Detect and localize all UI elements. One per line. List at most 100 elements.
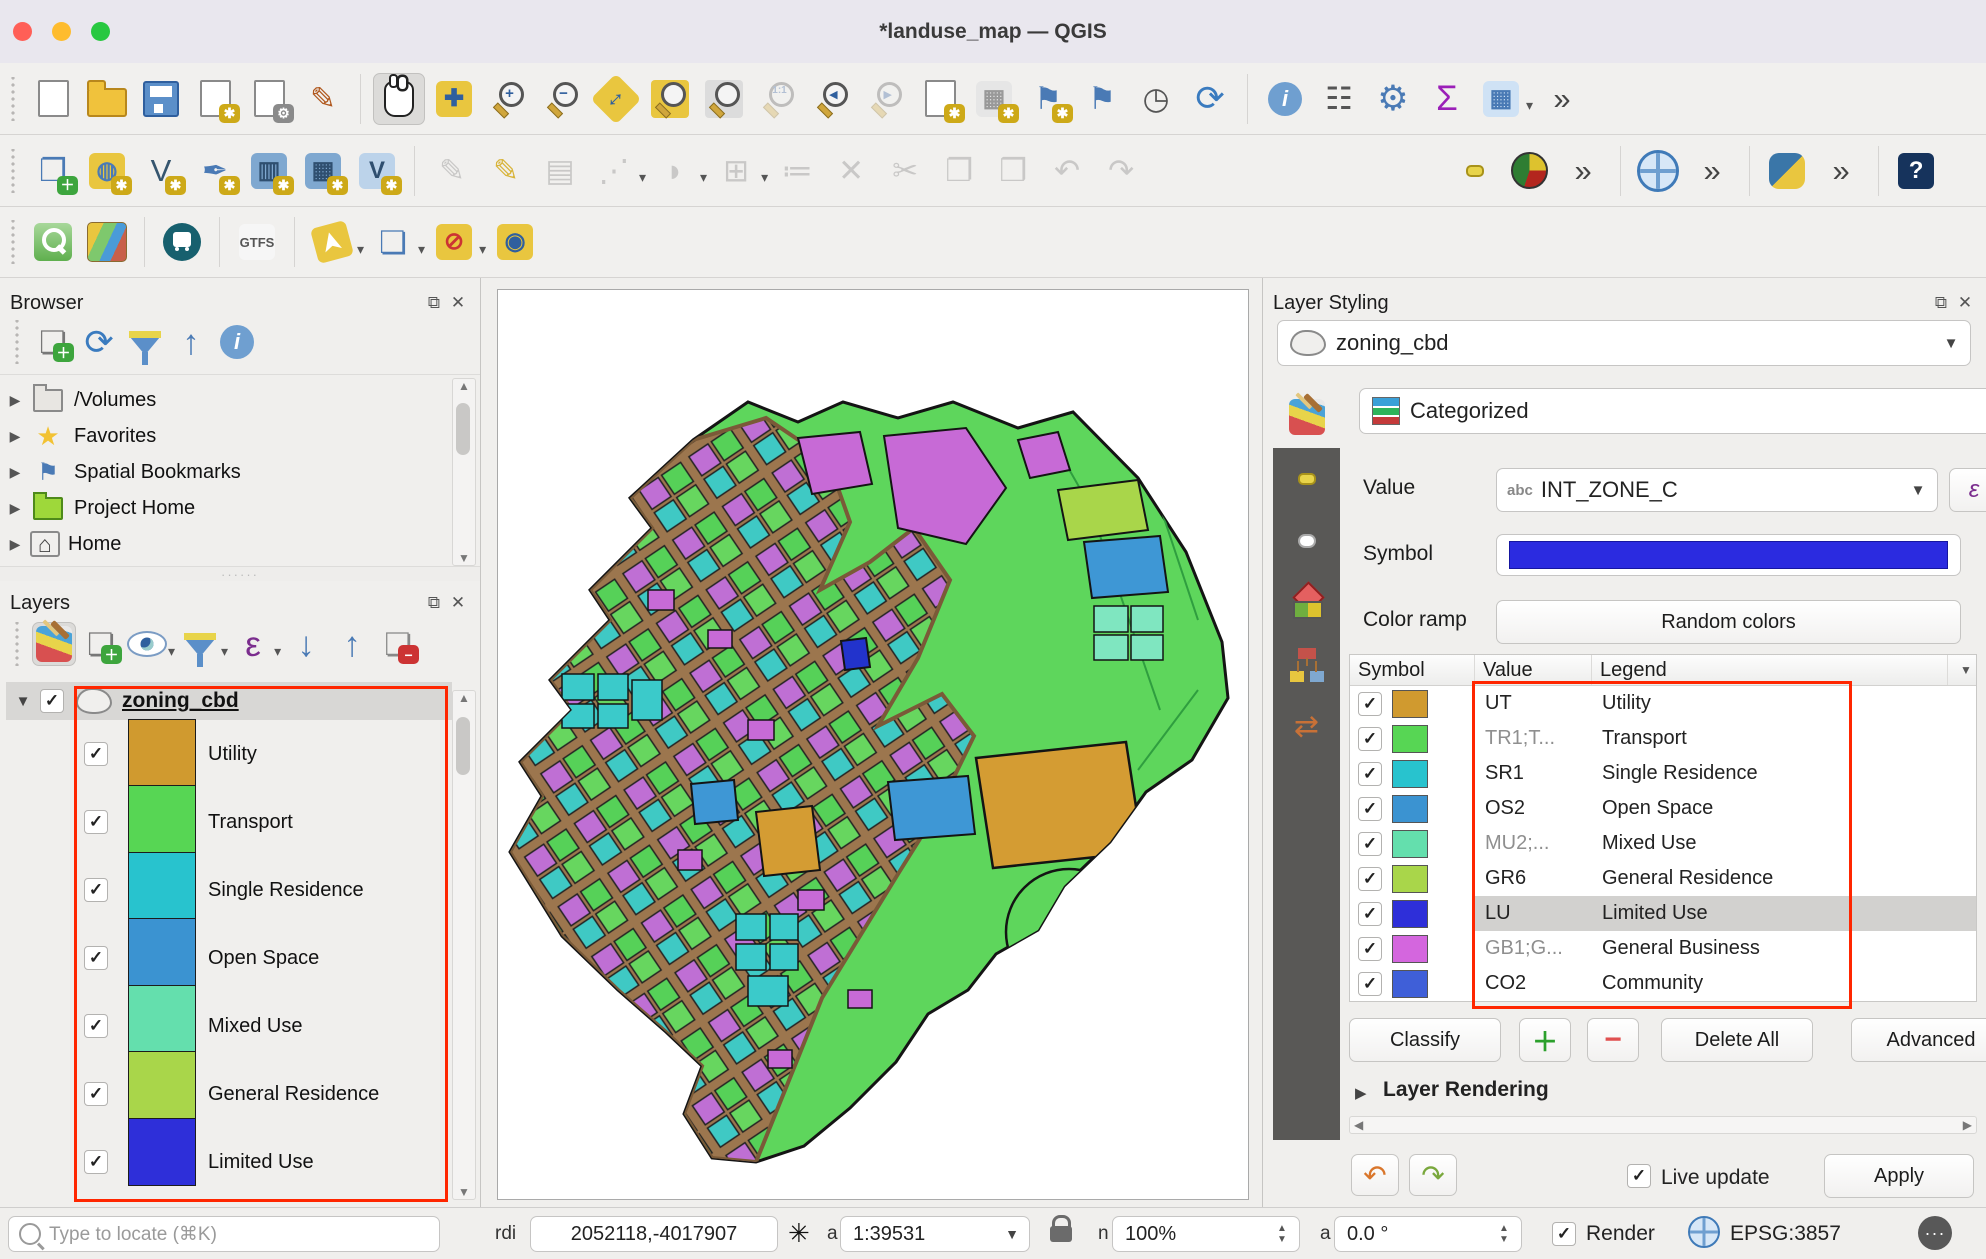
select-features-dropdown[interactable]: ▾ bbox=[357, 241, 364, 258]
expand-arrow-icon[interactable]: ▶ bbox=[1355, 1084, 1367, 1102]
category-swatch[interactable] bbox=[1392, 690, 1428, 718]
category-checkbox[interactable]: ✓ bbox=[1358, 972, 1382, 996]
panel-splitter[interactable]: ······ bbox=[0, 566, 480, 581]
vertex-tool[interactable]: ⊞ bbox=[711, 146, 761, 196]
apply-button[interactable]: Apply bbox=[1824, 1154, 1974, 1198]
paste-features[interactable]: ❒ bbox=[988, 146, 1038, 196]
add-feature[interactable]: ⋰ bbox=[589, 146, 639, 196]
styling-h-scrollbar[interactable]: ◀▶ bbox=[1349, 1116, 1977, 1134]
new-print-layout[interactable]: ✱ bbox=[190, 74, 240, 124]
layer-diagram[interactable] bbox=[1504, 146, 1554, 196]
browser-collapse-all[interactable]: ↑ bbox=[170, 321, 212, 363]
delete-all-button[interactable]: Delete All bbox=[1661, 1018, 1813, 1062]
remove-layer[interactable]: ❏− bbox=[377, 623, 419, 665]
expand-arrow-icon[interactable]: ▶ bbox=[0, 536, 30, 553]
select-features-by-value-dropdown[interactable]: ▾ bbox=[418, 241, 425, 258]
help-contents[interactable]: ? bbox=[1891, 146, 1941, 196]
close-panel-icon[interactable]: ✕ bbox=[446, 293, 470, 313]
legend-item-checkbox[interactable]: ✓ bbox=[84, 742, 108, 766]
categories-table[interactable]: Symbol Value Legend ▼ ✓UTUtility✓TR1;T..… bbox=[1349, 654, 1977, 1002]
layer-item-zoning-cbd[interactable]: ▼ ✓ zoning_cbd bbox=[6, 682, 452, 720]
metasearch[interactable] bbox=[1633, 146, 1683, 196]
tab-labels[interactable] bbox=[1273, 448, 1340, 510]
zoom-to-selection[interactable] bbox=[645, 74, 695, 124]
toolbar-overflow-2[interactable]: » bbox=[1558, 146, 1608, 196]
new-annotation-layer[interactable]: V✱ bbox=[352, 146, 402, 196]
legend-item-checkbox[interactable]: ✓ bbox=[84, 1150, 108, 1174]
zoom-native[interactable]: 1:1 bbox=[753, 74, 803, 124]
messages-icon[interactable]: ··· bbox=[1918, 1216, 1952, 1250]
browser-refresh[interactable]: ⟳ bbox=[78, 321, 120, 363]
expression-builder-button[interactable]: ε bbox=[1949, 468, 1986, 512]
processing-toolbox[interactable]: ⚙ bbox=[1368, 74, 1418, 124]
pan-to-selection[interactable]: ✚ bbox=[429, 74, 479, 124]
gtfs-go[interactable]: GTFS bbox=[232, 217, 282, 267]
legend-item-checkbox[interactable]: ✓ bbox=[84, 946, 108, 970]
new-shapefile-layer[interactable]: V✱ bbox=[136, 146, 186, 196]
new-geopackage-layer[interactable]: ◍✱ bbox=[82, 146, 132, 196]
delete-selected[interactable]: ✕ bbox=[826, 146, 876, 196]
category-swatch[interactable] bbox=[1392, 970, 1428, 998]
layer-labeling[interactable] bbox=[1450, 146, 1500, 196]
float-panel-icon[interactable]: ⧉ bbox=[422, 293, 446, 313]
filter-by-expression[interactable]: ε bbox=[232, 623, 274, 665]
new-spatial-bookmark[interactable]: ⚑✱ bbox=[1023, 74, 1073, 124]
toolbar-overflow-4[interactable]: » bbox=[1816, 146, 1866, 196]
add-feature-dropdown[interactable]: ▾ bbox=[639, 169, 646, 186]
vertex-tool-dropdown[interactable]: ▾ bbox=[761, 169, 768, 186]
layer-visibility-checkbox[interactable]: ✓ bbox=[40, 689, 64, 713]
open-attribute-table-dropdown[interactable]: ▾ bbox=[1526, 97, 1533, 114]
category-swatch[interactable] bbox=[1392, 865, 1428, 893]
zoom-in[interactable]: + bbox=[483, 74, 533, 124]
rotation-spinbox[interactable]: 0.0 ° ▲▼ bbox=[1334, 1216, 1522, 1252]
new-virtual-layer[interactable]: ▦✱ bbox=[298, 146, 348, 196]
legend-item-checkbox[interactable]: ✓ bbox=[84, 878, 108, 902]
category-row-gb1g[interactable]: ✓GB1;G...General Business bbox=[1350, 931, 1976, 966]
refresh-map[interactable]: ⟳ bbox=[1185, 74, 1235, 124]
new-temporary-scratch-layer[interactable]: ✒✱ bbox=[190, 146, 240, 196]
deselect-features-dropdown[interactable]: ▾ bbox=[479, 241, 486, 258]
zoom-out[interactable]: − bbox=[537, 74, 587, 124]
expand-arrow-icon[interactable]: ▶ bbox=[0, 428, 30, 445]
zoom-last[interactable]: ◂ bbox=[807, 74, 857, 124]
save-project[interactable] bbox=[136, 74, 186, 124]
close-window-button[interactable] bbox=[13, 22, 32, 41]
minimize-window-button[interactable] bbox=[52, 22, 71, 41]
toggle-editing[interactable]: ✎ bbox=[481, 146, 531, 196]
random-colors-button[interactable]: Random colors bbox=[1496, 600, 1961, 644]
data-source-manager[interactable]: ❐＋ bbox=[28, 146, 78, 196]
advanced-button[interactable]: Advanced bbox=[1851, 1018, 1986, 1062]
redo-edit[interactable]: ↷ bbox=[1096, 146, 1146, 196]
show-spatial-bookmarks[interactable]: ⚑ bbox=[1077, 74, 1127, 124]
new-project[interactable] bbox=[28, 74, 78, 124]
float-panel-icon[interactable]: ⧉ bbox=[422, 593, 446, 613]
zoom-full[interactable]: ↕ bbox=[591, 74, 641, 124]
legend-item-checkbox[interactable]: ✓ bbox=[84, 810, 108, 834]
value-field-combo[interactable]: abc INT_ZONE_C ▼ bbox=[1496, 468, 1938, 512]
modify-attributes[interactable]: ≔ bbox=[772, 146, 822, 196]
browser-item-favorites[interactable]: ▶★Favorites bbox=[0, 418, 450, 454]
category-checkbox[interactable]: ✓ bbox=[1358, 762, 1382, 786]
close-panel-icon[interactable]: ✕ bbox=[446, 593, 470, 613]
classify-button[interactable]: Classify bbox=[1349, 1018, 1501, 1062]
manage-map-themes[interactable] bbox=[126, 623, 168, 665]
category-checkbox[interactable]: ✓ bbox=[1358, 797, 1382, 821]
category-row-co2[interactable]: ✓CO2Community bbox=[1350, 966, 1976, 1001]
render-checkbox[interactable]: ✓ bbox=[1552, 1222, 1576, 1246]
select-features[interactable]: ➤ bbox=[307, 217, 357, 267]
select-features-by-value[interactable]: ❏ bbox=[368, 217, 418, 267]
quickmapservices[interactable] bbox=[82, 217, 132, 267]
locator-search-input[interactable]: Type to locate (⌘K) bbox=[8, 1216, 440, 1252]
category-swatch[interactable] bbox=[1392, 760, 1428, 788]
category-swatch[interactable] bbox=[1392, 900, 1428, 928]
browser-item-project-home[interactable]: ▶Project Home bbox=[0, 490, 450, 526]
category-row-mu2[interactable]: ✓MU2;...Mixed Use bbox=[1350, 826, 1976, 861]
add-shape-dropdown[interactable]: ▾ bbox=[700, 169, 707, 186]
category-row-lu[interactable]: ✓LULimited Use bbox=[1350, 896, 1976, 931]
temporal-controller[interactable]: ◷ bbox=[1131, 74, 1181, 124]
category-checkbox[interactable]: ✓ bbox=[1358, 867, 1382, 891]
redo-style-button[interactable]: ↷ bbox=[1409, 1154, 1457, 1196]
browser-item--volumes[interactable]: ▶/Volumes bbox=[0, 382, 450, 418]
tab-masks[interactable] bbox=[1273, 510, 1340, 572]
category-checkbox[interactable]: ✓ bbox=[1358, 692, 1382, 716]
